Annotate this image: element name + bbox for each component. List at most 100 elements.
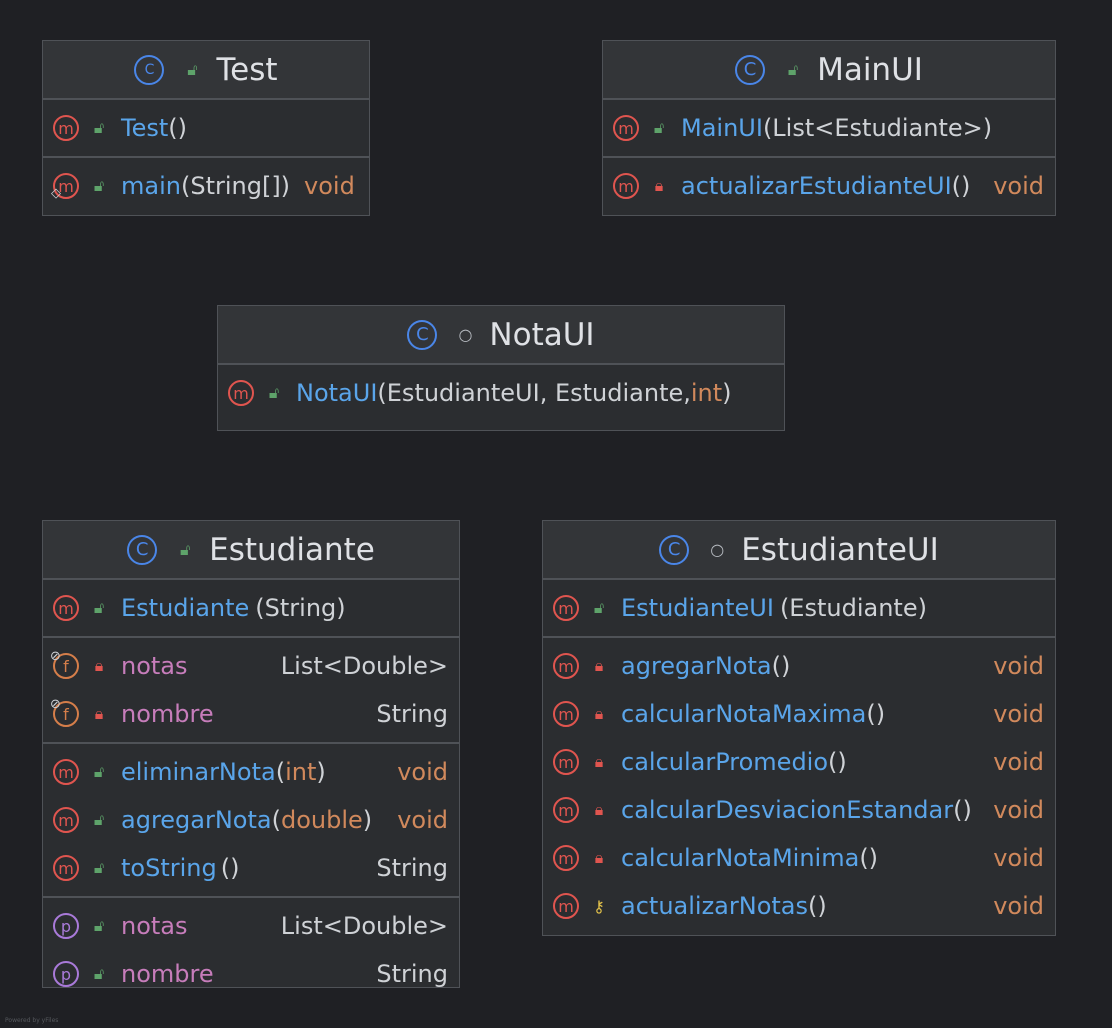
method-param-primitive: int <box>285 758 317 786</box>
methods-section: m 🔒︎ agregarNota () void m 🔒︎ calcularNo… <box>543 638 1055 934</box>
public-icon: 🔓︎ <box>93 916 105 935</box>
public-icon: 🔓︎ <box>653 118 665 137</box>
method-row[interactable]: m 🔒︎ calcularPromedio () void <box>543 738 1055 786</box>
public-icon: 🔓︎ <box>179 539 191 559</box>
constructor-name: MainUI <box>681 114 763 142</box>
method-icon: m <box>553 845 579 871</box>
constructor-params: (EstudianteUI, Estudiante, <box>377 379 691 407</box>
method-row[interactable]: m 🔒︎ calcularDesviacionEstandar () void <box>543 786 1055 834</box>
method-name: calcularDesviacionEstandar <box>621 796 954 824</box>
return-type: void <box>993 796 1044 824</box>
constructor-name: NotaUI <box>296 379 378 407</box>
public-icon: 🔓︎ <box>93 858 105 877</box>
method-row[interactable]: m 🔓︎ toString () String <box>43 844 459 892</box>
method-icon: m <box>53 595 79 621</box>
method-params-close: ) <box>362 806 373 834</box>
package-private-icon: ○ <box>458 325 473 344</box>
field-row[interactable]: f ⊘ 🔒︎ nombre String <box>43 690 459 738</box>
method-params: (String[]) <box>180 172 291 200</box>
class-estudianteui[interactable]: C ○ EstudianteUI m 🔓︎ EstudianteUI (Estu… <box>542 520 1056 936</box>
constructor-row[interactable]: m 🔓︎ MainUI (List<Estudiante>) <box>603 104 1055 152</box>
constructors-section: m 🔓︎ NotaUI (EstudianteUI, Estudiante, i… <box>218 365 784 421</box>
class-header: C 🔓︎ Test <box>43 41 369 100</box>
private-icon: 🔒︎ <box>594 752 604 771</box>
property-row[interactable]: p 🔓︎ nombre String <box>43 950 459 998</box>
class-icon: C <box>127 534 158 565</box>
method-name: main <box>121 172 181 200</box>
method-row[interactable]: m 🔒︎ actualizarEstudianteUI () void <box>603 162 1055 210</box>
private-icon: 🔒︎ <box>654 176 664 195</box>
method-name: toString <box>121 854 217 882</box>
property-type: String <box>376 960 448 988</box>
method-row[interactable]: m ◇ 🔓︎ main (String[]) void <box>43 162 369 210</box>
method-params: () <box>828 748 847 776</box>
return-type: void <box>993 892 1044 920</box>
class-test[interactable]: C 🔓︎ Test m 🔓︎ Test () m ◇ 🔓︎ main (Strin… <box>42 40 370 216</box>
method-icon: m <box>53 807 79 833</box>
method-icon: m <box>553 595 579 621</box>
final-field-icon: f ⊘ <box>50 649 79 679</box>
field-type: List<Double> <box>280 652 448 680</box>
class-icon: C <box>735 54 766 85</box>
field-name: nombre <box>121 700 214 728</box>
property-name: notas <box>121 912 188 940</box>
method-name: calcularNotaMinima <box>621 844 860 872</box>
constructor-name: Estudiante <box>121 594 250 622</box>
constructor-name: EstudianteUI <box>621 594 774 622</box>
method-icon: m <box>228 380 254 406</box>
constructors-section: m 🔓︎ Test () <box>43 100 369 158</box>
class-mainui[interactable]: C 🔓︎ MainUI m 🔓︎ MainUI (List<Estudiante… <box>602 40 1056 216</box>
property-icon: p <box>53 961 79 987</box>
field-row[interactable]: f ⊘ 🔒︎ notas List<Double> <box>43 642 459 690</box>
constructor-row[interactable]: m 🔓︎ Test () <box>43 104 369 152</box>
public-icon: 🔓︎ <box>93 964 105 983</box>
public-icon: 🔓︎ <box>187 59 198 79</box>
method-row[interactable]: m 🔓︎ agregarNota ( double ) void <box>43 796 459 844</box>
method-icon: m <box>53 855 79 881</box>
methods-section: m 🔒︎ actualizarEstudianteUI () void <box>603 158 1055 214</box>
method-icon: m <box>53 115 79 141</box>
method-row[interactable]: m ⚷ actualizarNotas () void <box>543 882 1055 930</box>
method-params: () <box>771 652 791 680</box>
method-row[interactable]: m 🔒︎ calcularNotaMinima () void <box>543 834 1055 882</box>
class-header: C ○ EstudianteUI <box>543 521 1055 580</box>
method-row[interactable]: m 🔓︎ eliminarNota ( int ) void <box>43 748 459 796</box>
methods-section: m ◇ 🔓︎ main (String[]) void <box>43 158 369 214</box>
constructor-row[interactable]: m 🔓︎ Estudiante (String) <box>43 584 459 632</box>
class-notaui[interactable]: C ○ NotaUI m 🔓︎ NotaUI (EstudianteUI, Es… <box>217 305 785 431</box>
constructor-params-close: ) <box>722 379 732 407</box>
property-row[interactable]: p 🔓︎ notas List<Double> <box>43 902 459 950</box>
static-method-icon: m ◇ <box>51 173 79 201</box>
method-name: calcularPromedio <box>621 748 829 776</box>
public-icon: 🔓︎ <box>93 810 105 829</box>
method-params: () <box>859 844 879 872</box>
property-icon: p <box>53 913 79 939</box>
class-header: C ○ NotaUI <box>218 306 784 365</box>
class-title: Test <box>216 51 278 88</box>
constructor-params: () <box>168 114 187 142</box>
method-params-open: ( <box>271 806 281 834</box>
return-type: void <box>304 172 355 200</box>
public-icon: 🔓︎ <box>93 118 105 137</box>
return-type: void <box>993 700 1044 728</box>
method-icon: m <box>553 653 579 679</box>
method-params-close: ) <box>316 758 326 786</box>
method-row[interactable]: m 🔒︎ agregarNota () void <box>543 642 1055 690</box>
public-icon: 🔓︎ <box>93 176 105 195</box>
properties-section: p 🔓︎ notas List<Double> p 🔓︎ nombre Stri… <box>43 898 459 1002</box>
constructor-row[interactable]: m 🔓︎ NotaUI (EstudianteUI, Estudiante, i… <box>218 369 784 417</box>
public-icon: 🔓︎ <box>593 598 605 617</box>
return-type: void <box>397 758 448 786</box>
method-row[interactable]: m 🔒︎ calcularNotaMaxima () void <box>543 690 1055 738</box>
watermark: Powered by yFiles <box>5 1017 59 1024</box>
field-name: notas <box>121 652 188 680</box>
class-estudiante[interactable]: C 🔓︎ Estudiante m 🔓︎ Estudiante (String)… <box>42 520 460 988</box>
constructor-params: (List<Estudiante>) <box>762 114 993 142</box>
constructor-row[interactable]: m 🔓︎ EstudianteUI (Estudiante) <box>543 584 1055 632</box>
method-icon: m <box>613 173 639 199</box>
class-title: NotaUI <box>489 316 595 353</box>
method-icon: m <box>553 701 579 727</box>
private-icon: 🔒︎ <box>594 656 604 675</box>
class-title: Estudiante <box>209 531 375 568</box>
return-type: void <box>397 806 448 834</box>
